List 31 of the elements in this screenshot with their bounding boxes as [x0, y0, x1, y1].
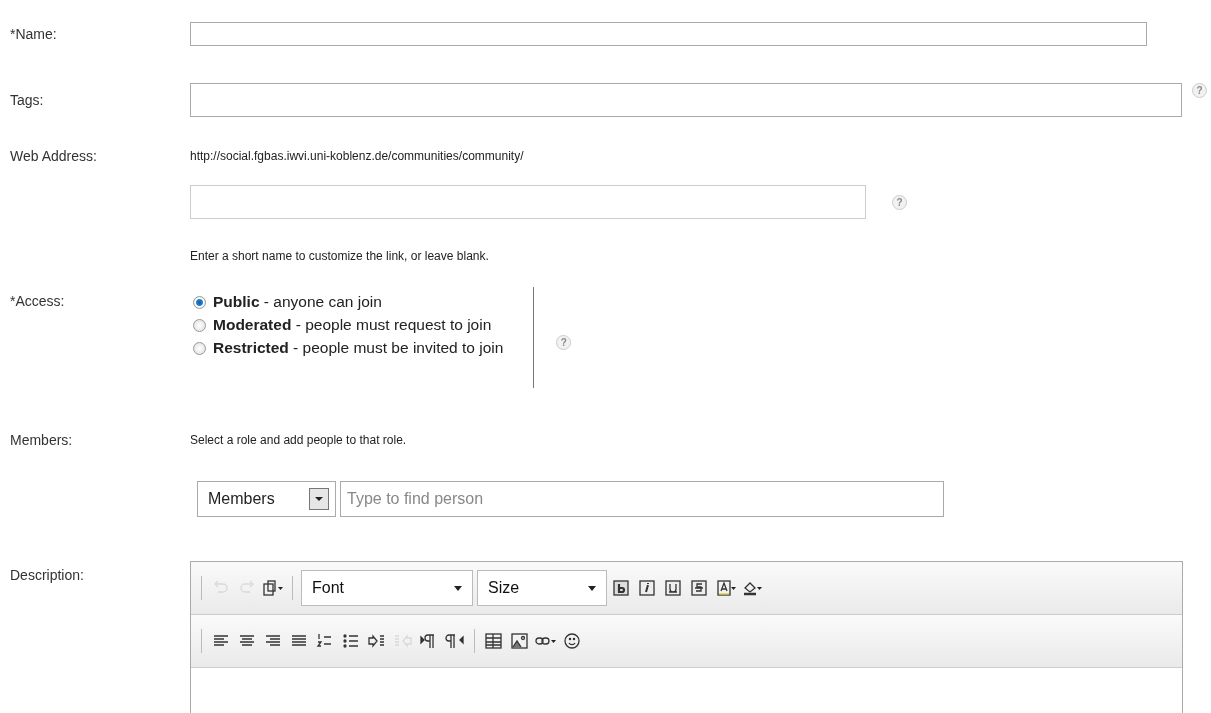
role-dropdown[interactable]: Members [197, 481, 336, 517]
person-search-field[interactable]: Type to find person [340, 481, 944, 517]
field-label: *Name: [10, 26, 58, 42]
field-label: Tags: [10, 92, 45, 108]
size-dropdown[interactable]: Size [477, 570, 607, 606]
tags-field[interactable] [190, 83, 1182, 117]
radio-button[interactable] [193, 318, 206, 332]
url-prefix: http://social.fgbas.iwvi.uni-koblenz.de/communities/community/ [190, 149, 524, 163]
hint-text: Enter a short name to customize the link, or leave blank. [190, 249, 489, 263]
field-label: Members: [10, 432, 74, 448]
radio-label[interactable]: Moderated - people must request to join [213, 316, 492, 334]
paragraph-rtl-icon[interactable] [444, 632, 466, 650]
instruction-text: Select a role and add people to that role. [190, 433, 407, 447]
caret-icon [588, 585, 596, 591]
caret-icon [454, 585, 462, 591]
caret-icon [314, 496, 324, 502]
field-label: *Access: [10, 293, 66, 309]
paste-icon[interactable] [262, 579, 284, 597]
web-address-field[interactable] [190, 185, 866, 219]
radio-label[interactable]: Public - anyone can join [213, 293, 382, 311]
font-dropdown[interactable]: Font [301, 570, 473, 606]
field-label: Web Address: [10, 148, 98, 164]
smiley-icon[interactable] [561, 632, 583, 650]
radio-button[interactable] [193, 341, 206, 355]
radio-button[interactable] [193, 295, 206, 309]
image-icon[interactable] [509, 632, 531, 650]
field-label: Description: [10, 567, 85, 583]
table-icon[interactable] [483, 632, 505, 650]
text-color-icon[interactable] [715, 579, 737, 597]
name-field[interactable] [190, 22, 1147, 46]
radio-label[interactable]: Restricted - people must be invited to join [213, 339, 504, 357]
